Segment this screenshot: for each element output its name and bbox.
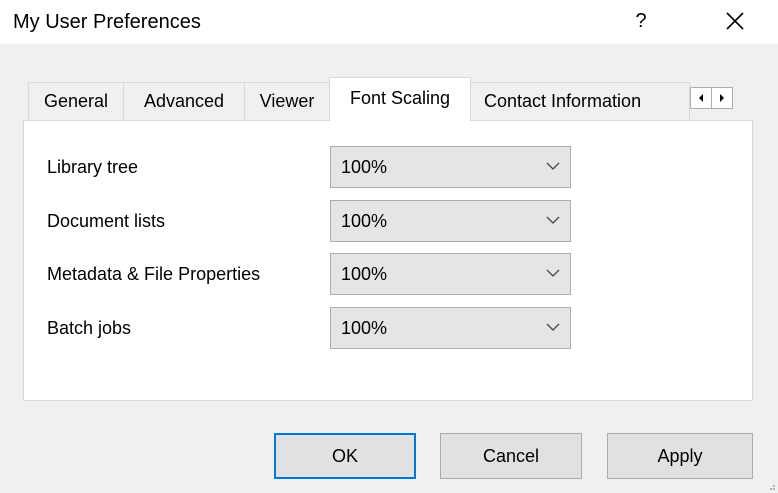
library-tree-label: Library tree: [47, 157, 139, 177]
close-icon: [726, 12, 744, 30]
title-bar: My User Preferences ?: [0, 0, 778, 44]
preferences-dialog: My User Preferences ? General Advanced V…: [0, 0, 778, 493]
chevron-down-icon: [546, 216, 560, 224]
triangle-right-icon: [720, 94, 724, 102]
help-button[interactable]: ?: [618, 4, 664, 38]
tab-advanced[interactable]: Advanced: [123, 82, 245, 120]
library-tree-select[interactable]: 100%: [330, 146, 571, 188]
tab-viewer[interactable]: Viewer: [244, 82, 330, 120]
metadata-file-properties-select[interactable]: 100%: [330, 253, 571, 295]
close-button[interactable]: [712, 4, 758, 38]
resize-grip-icon[interactable]: [766, 481, 776, 491]
metadata-file-properties-label: Metadata & File Properties: [47, 264, 261, 284]
chevron-down-icon: [546, 323, 560, 331]
window-title: My User Preferences: [13, 11, 201, 33]
tab-scroll-right-button[interactable]: [711, 87, 733, 109]
document-lists-label: Document lists: [47, 211, 166, 231]
chevron-down-icon: [546, 162, 560, 170]
chevron-down-icon: [546, 269, 560, 277]
document-lists-select[interactable]: 100%: [330, 200, 571, 242]
batch-jobs-select[interactable]: 100%: [330, 307, 571, 349]
tab-font-scaling[interactable]: Font Scaling: [329, 77, 471, 121]
batch-jobs-label: Batch jobs: [47, 318, 132, 338]
cancel-button[interactable]: Cancel: [440, 433, 582, 479]
tab-scroll-buttons: [690, 87, 733, 109]
metadata-file-properties-value: 100%: [341, 264, 388, 284]
triangle-left-icon: [699, 94, 703, 102]
tab-general[interactable]: General: [28, 82, 124, 120]
library-tree-value: 100%: [341, 157, 388, 177]
document-lists-value: 100%: [341, 211, 388, 231]
tab-contact-information[interactable]: Contact Information: [470, 82, 690, 120]
tab-scroll-left-button[interactable]: [690, 87, 712, 109]
ok-button[interactable]: OK: [274, 433, 416, 479]
batch-jobs-value: 100%: [341, 318, 388, 338]
apply-button[interactable]: Apply: [607, 433, 753, 479]
